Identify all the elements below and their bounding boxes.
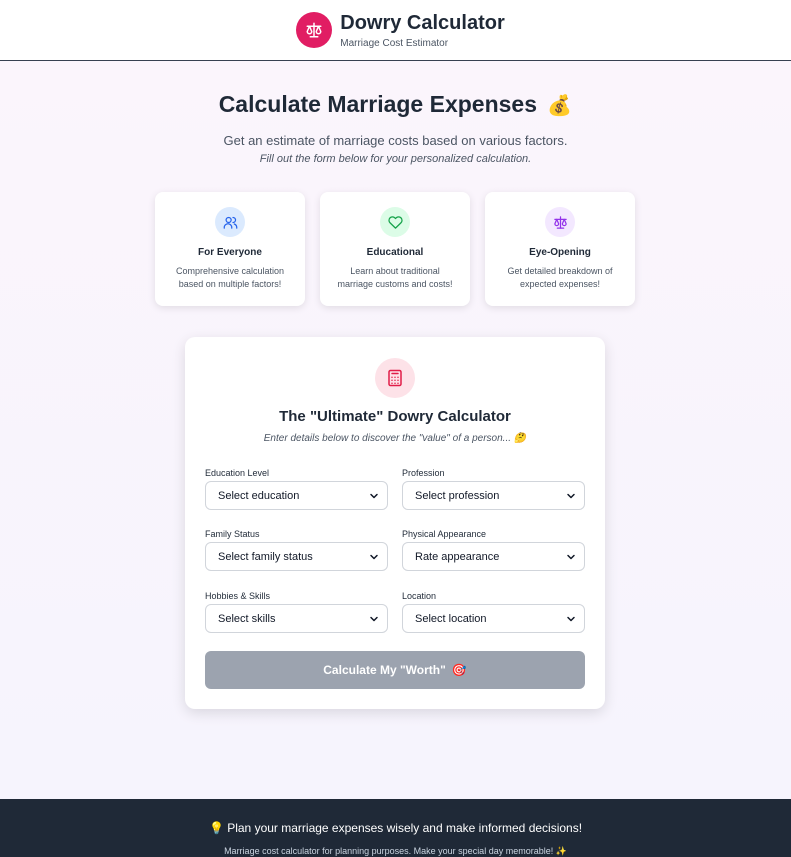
brand[interactable]: Dowry Calculator Marriage Cost Estimator (296, 11, 505, 49)
page-subtitle: Get an estimate of marriage costs based … (223, 133, 568, 148)
chevron-down-icon (370, 493, 378, 498)
family-status-label: Family Status (205, 529, 260, 539)
feature-card-eye-opening: Eye-Opening Get detailed breakdown of ex… (485, 192, 635, 306)
app-title: Dowry Calculator (340, 11, 505, 34)
footer: 💡 Plan your marriage expenses wisely and… (0, 799, 791, 857)
education-select-value: Select education (218, 489, 300, 502)
calculator-subtitle: Enter details below to discover the "val… (263, 433, 527, 444)
feature-title: Eye-Opening (529, 247, 591, 258)
feature-title: For Everyone (198, 247, 262, 258)
appearance-label: Physical Appearance (402, 529, 487, 539)
chevron-down-icon (567, 554, 575, 559)
profession-label: Profession (402, 468, 445, 478)
skills-field: Hobbies & Skills Select skills (205, 591, 388, 633)
scale-icon (296, 12, 333, 48)
footer-note: Marriage cost calculator for planning pu… (224, 846, 567, 856)
skills-label: Hobbies & Skills (205, 591, 271, 601)
feature-desc: Comprehensive calculation based on multi… (175, 266, 285, 289)
family-status-select-value: Select family status (218, 550, 313, 563)
location-label: Location (402, 591, 437, 601)
family-status-field: Family Status Select family status (205, 529, 388, 571)
profession-select[interactable]: Select profession (402, 481, 585, 510)
chevron-down-icon (370, 554, 378, 559)
money-bag-icon: 💰 (547, 95, 573, 117)
family-status-select[interactable]: Select family status (205, 542, 388, 571)
feature-card-educational: Educational Learn about traditional marr… (320, 192, 470, 306)
scale-icon (545, 207, 575, 237)
appearance-select-value: Rate appearance (415, 550, 500, 563)
calculator-title: The "Ultimate" Dowry Calculator (279, 408, 511, 425)
profession-select-value: Select profession (415, 489, 500, 502)
profession-field: Profession Select profession (402, 468, 585, 510)
location-select[interactable]: Select location (402, 604, 585, 633)
calculator-card: The "Ultimate" Dowry Calculator Enter de… (185, 337, 605, 709)
chevron-down-icon (567, 493, 575, 498)
feature-desc: Learn about traditional marriage customs… (337, 266, 453, 289)
feature-title: Educational (366, 247, 424, 258)
main-content: Calculate Marriage Expenses 💰 Get an est… (0, 61, 791, 799)
users-icon (215, 207, 245, 237)
page-title: Calculate Marriage Expenses 💰 (0, 91, 791, 118)
feature-card-for-everyone: For Everyone Comprehensive calculation b… (155, 192, 305, 306)
footer-tagline: 💡 Plan your marriage expenses wisely and… (208, 821, 583, 835)
skills-select-value: Select skills (218, 612, 276, 625)
app-header: Dowry Calculator Marriage Cost Estimator (0, 0, 791, 61)
page-subtitle-italic: Fill out the form below for your persona… (259, 153, 532, 165)
calculate-button-label: Calculate My "Worth" (323, 663, 446, 677)
feature-cards: For Everyone Comprehensive calculation b… (155, 192, 635, 306)
chevron-down-icon (370, 616, 378, 621)
app-subtitle: Marriage Cost Estimator (340, 37, 449, 49)
education-select[interactable]: Select education (205, 481, 388, 510)
feature-desc: Get detailed breakdown of expected expen… (507, 266, 613, 289)
chevron-down-icon (567, 616, 575, 621)
page-title-text: Calculate Marriage Expenses (218, 91, 538, 117)
heart-icon (380, 207, 410, 237)
location-select-value: Select location (415, 612, 487, 625)
appearance-select[interactable]: Rate appearance (402, 542, 585, 571)
location-field: Location Select location (402, 591, 585, 633)
education-label: Education Level (205, 468, 270, 478)
skills-select[interactable]: Select skills (205, 604, 388, 633)
education-field: Education Level Select education (205, 468, 388, 510)
appearance-field: Physical Appearance Rate appearance (402, 529, 585, 571)
target-icon: 🎯 (451, 663, 467, 677)
calculate-button[interactable]: Calculate My "Worth" 🎯 (205, 651, 585, 689)
calculator-icon (375, 358, 415, 398)
